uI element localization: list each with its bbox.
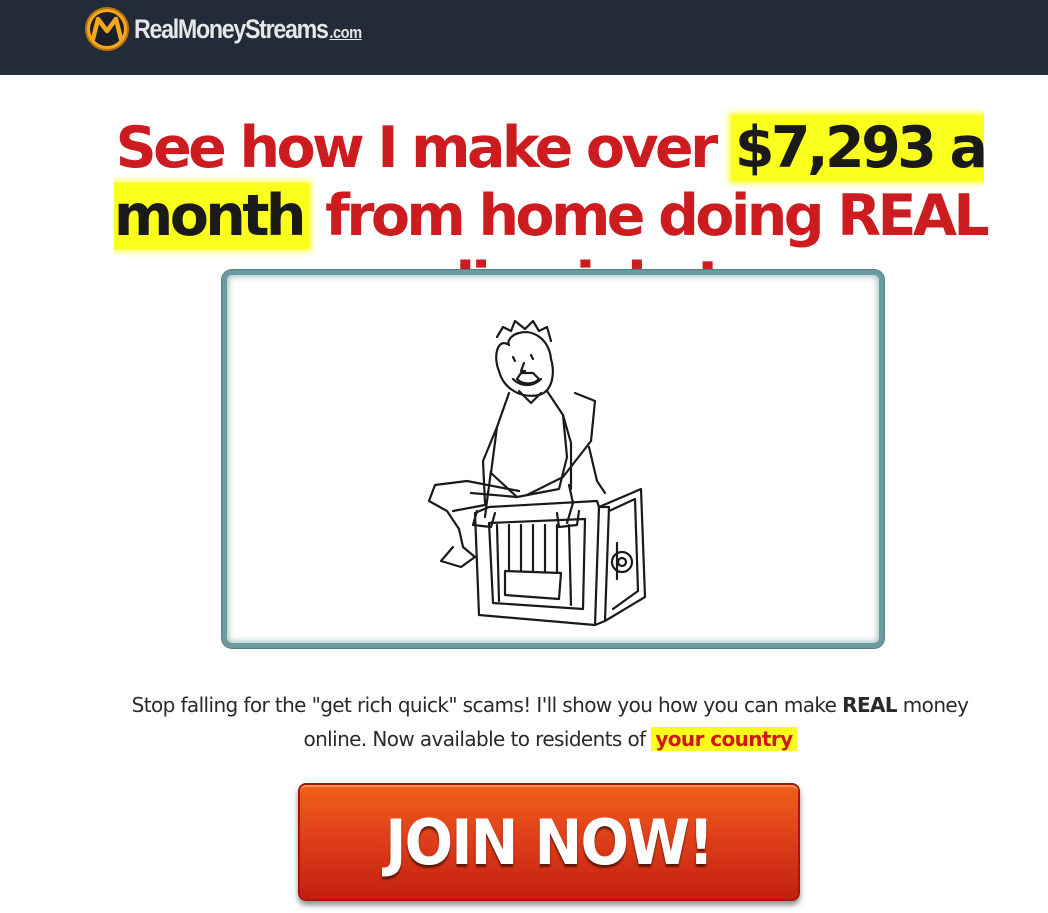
video-player[interactable] — [222, 270, 884, 648]
brand-tld: .com — [329, 22, 362, 42]
headline-part1: See how I make over — [115, 115, 731, 181]
brand-name: RealMoneyStreams .com — [134, 14, 362, 45]
country-highlight: your country — [651, 727, 797, 751]
join-now-label: JOIN NOW! — [385, 805, 714, 879]
top-nav-bar: RealMoneyStreams .com — [0, 0, 1048, 75]
brand-logo-link[interactable]: RealMoneyStreams .com — [84, 6, 399, 52]
m-coin-logo-icon — [85, 7, 129, 51]
intro-paragraph: Stop falling for the "get rich quick" sc… — [110, 688, 990, 756]
join-now-button[interactable]: JOIN NOW! — [298, 783, 800, 901]
man-sitting-on-open-safe-sketch — [427, 319, 647, 627]
intro-emphasis: REAL — [842, 693, 898, 717]
brand-name-text: RealMoneyStreams — [134, 13, 329, 44]
intro-part1: Stop falling for the "get rich quick" sc… — [131, 693, 843, 717]
